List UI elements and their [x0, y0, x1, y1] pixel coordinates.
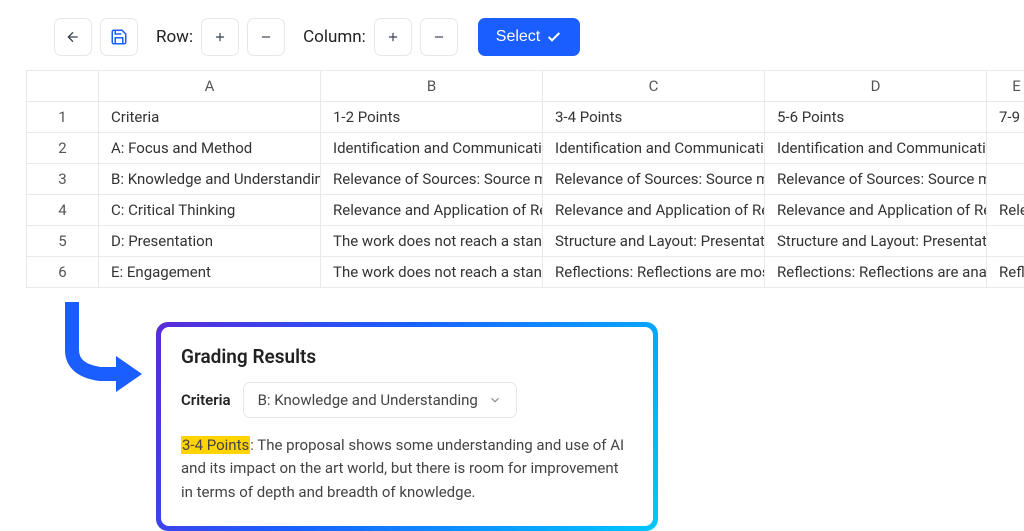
cell[interactable]: 5-6 Points: [765, 102, 987, 133]
table-row: 1Criteria1-2 Points3-4 Points5-6 Points7…: [27, 102, 1024, 133]
cell[interactable]: 3-4 Points: [543, 102, 765, 133]
table-row: 2A: Focus and MethodIdentification and C…: [27, 133, 1024, 164]
spreadsheet: A B C D E 1Criteria1-2 Points3-4 Points5…: [0, 70, 1024, 288]
cell[interactable]: Relevance and Application of Rese: [765, 195, 987, 226]
cell[interactable]: B: Knowledge and Understanding: [99, 164, 321, 195]
row-add-button[interactable]: [201, 18, 239, 56]
plus-icon: [386, 30, 400, 44]
row-label: Row:: [156, 27, 193, 47]
col-header[interactable]: A: [99, 71, 321, 102]
column-header-row: A B C D E: [27, 71, 1024, 102]
cell[interactable]: [987, 226, 1024, 257]
cell[interactable]: Reflections: Reflections are mostly: [543, 257, 765, 288]
result-text: 3-4 Points: The proposal shows some unde…: [181, 434, 633, 504]
points-highlight: 3-4 Points: [181, 436, 250, 454]
row-header[interactable]: 6: [27, 257, 99, 288]
cell[interactable]: E: Engagement: [99, 257, 321, 288]
plus-icon: [213, 30, 227, 44]
cell[interactable]: A: Focus and Method: [99, 133, 321, 164]
cell[interactable]: Identification and Communication:: [543, 133, 765, 164]
cell[interactable]: Relevance of Sources: Source mat: [543, 164, 765, 195]
cell[interactable]: Criteria: [99, 102, 321, 133]
back-button[interactable]: [54, 18, 92, 56]
callout-arrow: [60, 300, 150, 404]
col-header[interactable]: E: [987, 71, 1024, 102]
toolbar: Row: Column: Select: [0, 0, 1024, 70]
cell[interactable]: Relevance of Sources: Source mat: [765, 164, 987, 195]
cell[interactable]: [987, 133, 1024, 164]
table-row: 4C: Critical ThinkingRelevance and Appli…: [27, 195, 1024, 226]
save-button[interactable]: [100, 18, 138, 56]
select-label: Select: [496, 28, 540, 46]
select-button[interactable]: Select: [478, 18, 580, 56]
cell[interactable]: Identification and Communication:: [321, 133, 543, 164]
criteria-selected: B: Knowledge and Understanding: [258, 391, 478, 409]
grading-results-card: Grading Results Criteria B: Knowledge an…: [156, 322, 658, 531]
row-header[interactable]: 2: [27, 133, 99, 164]
criteria-select[interactable]: B: Knowledge and Understanding: [243, 382, 517, 418]
cell[interactable]: Structure and Layout: Presentation: [543, 226, 765, 257]
curved-arrow-icon: [60, 300, 150, 400]
column-remove-button[interactable]: [420, 18, 458, 56]
col-header[interactable]: B: [321, 71, 543, 102]
table-row: 6E: EngagementThe work does not reach a …: [27, 257, 1024, 288]
cell[interactable]: Structure and Layout: Presentation: [765, 226, 987, 257]
cell[interactable]: Relevance of Sources: Source mat: [321, 164, 543, 195]
cell[interactable]: [987, 164, 1024, 195]
cell[interactable]: Identification and Communication:: [765, 133, 987, 164]
row-header[interactable]: 4: [27, 195, 99, 226]
table-row: 3B: Knowledge and UnderstandingRelevance…: [27, 164, 1024, 195]
corner-cell[interactable]: [27, 71, 99, 102]
arrow-left-icon: [65, 29, 81, 45]
col-header[interactable]: C: [543, 71, 765, 102]
cell[interactable]: Relevance and Application of Rese: [543, 195, 765, 226]
check-icon: [546, 29, 562, 45]
cell[interactable]: Refle: [987, 257, 1024, 288]
cell[interactable]: Reflections: Reflections are analyti: [765, 257, 987, 288]
cell[interactable]: 7-9 Points: [987, 102, 1024, 133]
cell[interactable]: Relev: [987, 195, 1024, 226]
card-title: Grading Results: [181, 345, 633, 368]
row-remove-button[interactable]: [247, 18, 285, 56]
cell[interactable]: The work does not reach a standa: [321, 257, 543, 288]
row-header[interactable]: 3: [27, 164, 99, 195]
cell[interactable]: D: Presentation: [99, 226, 321, 257]
row-header[interactable]: 1: [27, 102, 99, 133]
table-row: 5D: PresentationThe work does not reach …: [27, 226, 1024, 257]
cell[interactable]: The work does not reach a standa: [321, 226, 543, 257]
column-label: Column:: [303, 27, 366, 47]
criteria-label: Criteria: [181, 391, 231, 409]
cell[interactable]: 1-2 Points: [321, 102, 543, 133]
row-header[interactable]: 5: [27, 226, 99, 257]
minus-icon: [432, 30, 446, 44]
cell[interactable]: C: Critical Thinking: [99, 195, 321, 226]
chevron-down-icon: [488, 393, 502, 407]
cell[interactable]: Relevance and Application of Rese: [321, 195, 543, 226]
save-icon: [110, 28, 128, 46]
grid-table[interactable]: A B C D E 1Criteria1-2 Points3-4 Points5…: [26, 70, 1024, 288]
minus-icon: [259, 30, 273, 44]
col-header[interactable]: D: [765, 71, 987, 102]
column-add-button[interactable]: [374, 18, 412, 56]
